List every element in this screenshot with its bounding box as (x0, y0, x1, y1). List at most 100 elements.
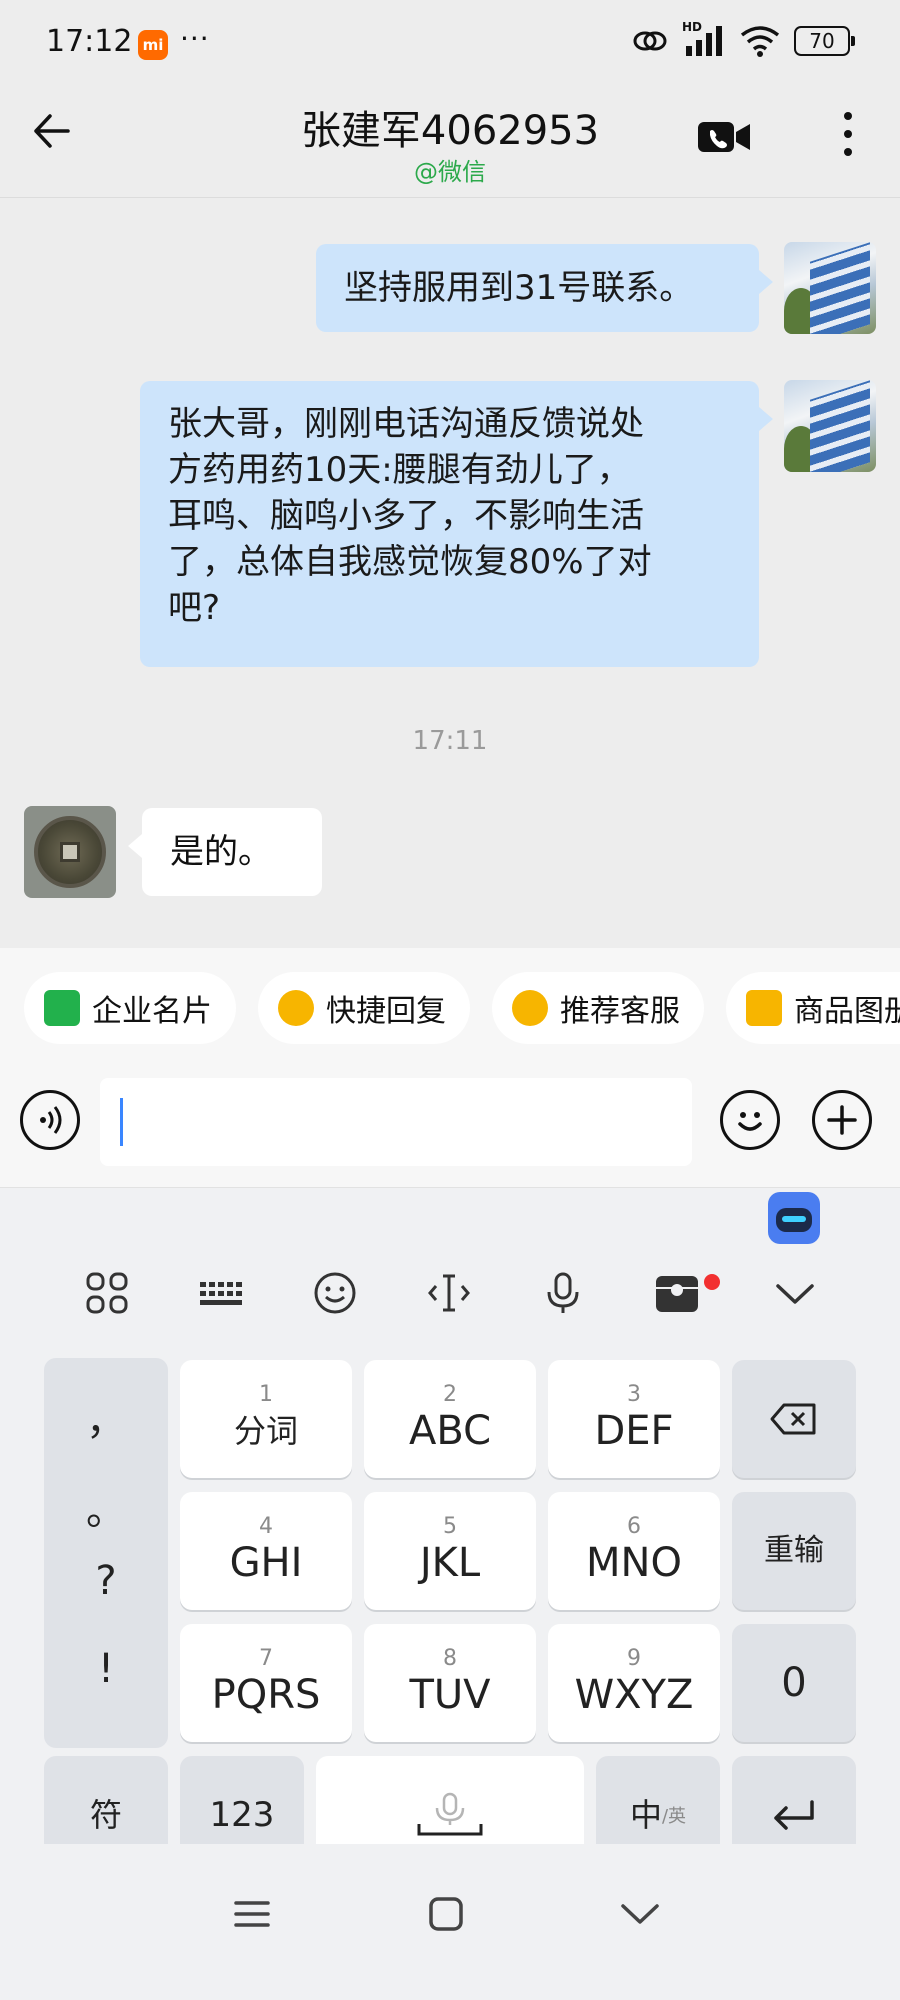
key-label: 重输 (764, 1533, 824, 1568)
key-label: 0 (781, 1660, 807, 1706)
key-number: 9 (627, 1646, 641, 1671)
key-number: 2 (443, 1382, 457, 1407)
space-mic-icon (417, 1792, 483, 1836)
contact-avatar[interactable] (24, 806, 116, 898)
message-bubble-received[interactable]: 是的。 (128, 808, 322, 896)
quick-actions-bar: 企业名片 快捷回复 推荐客服 商品图册 (0, 948, 900, 1068)
microphone-icon[interactable] (538, 1268, 588, 1318)
punctuation-key[interactable]: 。 (44, 1478, 168, 1536)
clipboard-tool-icon[interactable] (652, 1268, 702, 1318)
my-avatar[interactable] (784, 242, 876, 334)
system-nav-bar (0, 1844, 900, 2000)
my-avatar[interactable] (784, 380, 876, 472)
collapse-keyboard-icon[interactable] (770, 1268, 820, 1318)
key-5[interactable]: 5 JKL (364, 1492, 536, 1610)
emoji-keyboard-icon[interactable] (310, 1268, 360, 1318)
key-0[interactable]: 0 (732, 1624, 856, 1742)
key-label: GHI (229, 1540, 303, 1586)
message-list[interactable]: 坚持服用到31号联系。 张大哥，刚刚电话沟通反馈说处 方药用药10天:腰腿有劲儿… (0, 198, 900, 948)
key-6[interactable]: 6 MNO (548, 1492, 720, 1610)
more-functions-button[interactable] (812, 1090, 872, 1150)
key-label: PQRS (211, 1672, 321, 1718)
text-cursor-icon[interactable] (424, 1268, 474, 1318)
key-2[interactable]: 2 ABC (364, 1360, 536, 1478)
key-number: 4 (259, 1514, 273, 1539)
message-timestamp: 17:11 (412, 726, 488, 756)
emoji-icon (738, 1112, 762, 1131)
status-bar: 17:12 mi ··· HD 70 (0, 0, 900, 86)
punctuation-key[interactable]: ? (44, 1558, 168, 1604)
chip-label: 推荐客服 (560, 994, 680, 1029)
key-number: 3 (627, 1382, 641, 1407)
message-line: 吧? (168, 588, 221, 628)
key-9[interactable]: 9 WXYZ (548, 1624, 720, 1742)
key-number: 1 (259, 1382, 273, 1407)
key-7[interactable]: 7 PQRS (180, 1624, 352, 1742)
business-card-icon (44, 990, 80, 1026)
text-cursor (120, 1098, 123, 1146)
battery-icon: 70 (794, 26, 855, 56)
apps-grid-icon[interactable] (82, 1268, 132, 1318)
voice-icon (40, 1106, 62, 1134)
key-4[interactable]: 4 GHI (180, 1492, 352, 1610)
message-text: 坚持服用到31号联系。 (344, 268, 694, 308)
key-label: 123 (209, 1795, 275, 1835)
enter-icon (774, 1800, 814, 1830)
emoji-button[interactable] (720, 1090, 780, 1150)
contact-name: 张建军4062953 (300, 108, 600, 154)
message-line: 张大哥，刚刚电话沟通反馈说处 (168, 404, 644, 444)
key-number: 8 (443, 1646, 457, 1671)
key-label: TUV (409, 1672, 491, 1718)
key-label: JKL (419, 1540, 481, 1586)
chip-label: 快捷回复 (326, 994, 446, 1029)
more-options-icon[interactable] (840, 112, 856, 166)
notification-dot (704, 1274, 720, 1290)
menu-icon (234, 1901, 270, 1927)
voice-input-button[interactable] (20, 1090, 80, 1150)
chip-recommend-service[interactable]: 推荐客服 (492, 972, 704, 1044)
key-label: 中 (629, 1796, 662, 1834)
video-call-icon[interactable] (698, 120, 750, 154)
message-input[interactable] (100, 1078, 692, 1166)
key-label: WXYZ (574, 1672, 694, 1718)
product-album-icon (746, 990, 782, 1026)
chip-quick-reply[interactable]: 快捷回复 (258, 972, 470, 1044)
contact-source: @微信 (414, 158, 486, 186)
status-icons: HD 70 (632, 20, 855, 58)
message-line: 方药用药10天:腰腿有劲儿了， (168, 450, 631, 490)
mi-notification-icon: mi (138, 30, 168, 60)
message-input-bar (0, 1068, 900, 1188)
key-1[interactable]: 1 分词 (180, 1360, 352, 1478)
message-line: 耳鸣、脑鸣小多了，不影响生活 (168, 496, 644, 536)
ai-assistant-icon[interactable] (768, 1192, 820, 1244)
back-nav-button[interactable] (610, 1884, 670, 1944)
punctuation-key[interactable]: ! (44, 1646, 168, 1692)
message-text: 是的。 (170, 832, 272, 872)
home-nav-button[interactable] (416, 1884, 476, 1944)
chip-product-album[interactable]: 商品图册 (726, 972, 900, 1044)
recommend-service-icon (512, 990, 548, 1026)
key-number: 7 (259, 1646, 273, 1671)
message-line: 了，总体自我感觉恢复80%了对 (168, 542, 652, 582)
key-sublabel: /英 (661, 1806, 687, 1827)
chip-business-card[interactable]: 企业名片 (24, 972, 236, 1044)
menu-nav-button[interactable] (222, 1884, 282, 1944)
hd-label: HD (682, 20, 703, 34)
key-8[interactable]: 8 TUV (364, 1624, 536, 1742)
home-square-icon (429, 1897, 463, 1931)
punctuation-column: ， 。 ? ! (44, 1358, 168, 1748)
punctuation-key[interactable]: ， (44, 1388, 168, 1446)
backspace-key[interactable] (732, 1360, 856, 1478)
message-bubble-sent[interactable]: 坚持服用到31号联系。 (316, 244, 773, 332)
plus-icon (827, 1105, 857, 1135)
quick-reply-icon (278, 990, 314, 1026)
reenter-key[interactable]: 重输 (732, 1492, 856, 1610)
key-3[interactable]: 3 DEF (548, 1360, 720, 1478)
message-bubble-sent[interactable]: 张大哥，刚刚电话沟通反馈说处 方药用药10天:腰腿有劲儿了， 耳鸣、脑鸣小多了，… (140, 381, 773, 667)
key-label: 分词 (233, 1412, 298, 1450)
keyboard-layout-icon[interactable] (196, 1268, 246, 1318)
key-label: MNO (586, 1540, 682, 1586)
chip-label: 商品图册 (794, 994, 900, 1029)
more-notifications-icon: ··· (180, 22, 210, 55)
link-icon (633, 31, 667, 51)
